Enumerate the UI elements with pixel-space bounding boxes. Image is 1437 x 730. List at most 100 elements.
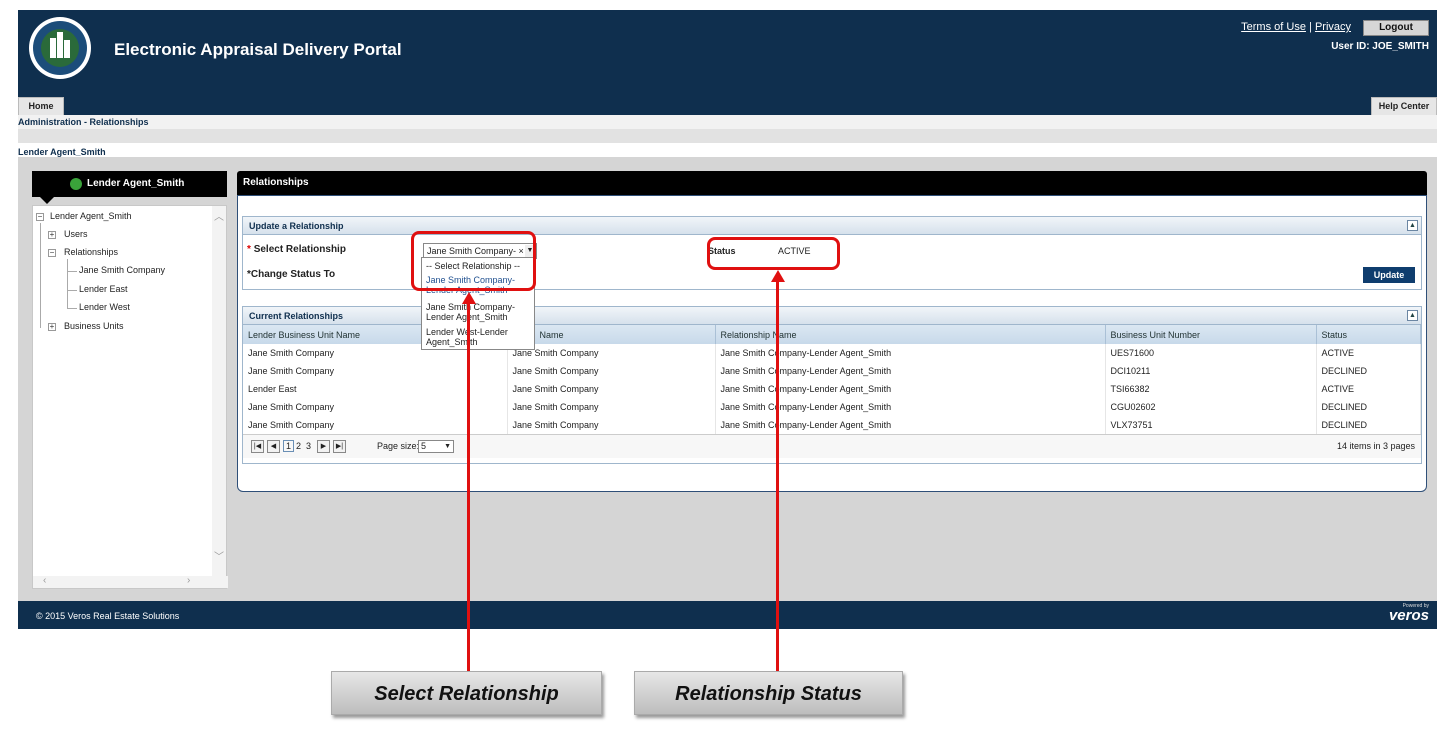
items-count: 14 items in 3 pages — [1336, 441, 1415, 451]
breadcrumb-bar: Administration - Relationships — [18, 115, 1437, 129]
table-cell: Jane Smith Company-Lender Agent_Smith — [715, 398, 1106, 416]
tree-node-lender-west[interactable]: Lender West — [79, 302, 130, 312]
expand-business-units-icon[interactable]: + — [48, 323, 56, 331]
current-section-title: Current Relationships — [249, 311, 344, 321]
prev-page-icon[interactable]: ◀ — [267, 440, 280, 453]
privacy-link[interactable]: Privacy — [1315, 21, 1351, 33]
collapse-root-icon[interactable]: − — [36, 213, 44, 221]
terms-of-use-link[interactable]: Terms of Use — [1241, 21, 1306, 33]
relationships-table: Lender Business Unit Name Name Relations… — [243, 325, 1421, 434]
table-cell: CGU02602 — [1105, 398, 1317, 416]
divider-bar — [18, 129, 1437, 143]
tree-node-root[interactable]: Lender Agent_Smith — [50, 211, 132, 221]
horizontal-scrollbar[interactable]: ‹ › — [33, 575, 228, 588]
column-header[interactable]: Name — [507, 325, 716, 344]
collapse-current-icon[interactable]: ▲ — [1407, 310, 1418, 321]
select-highlight-box — [411, 231, 536, 291]
vertical-scrollbar[interactable]: ︿ ﹀ — [212, 206, 226, 576]
table-cell: Jane Smith Company-Lender Agent_Smith — [715, 380, 1106, 398]
link-separator: | — [1309, 21, 1312, 33]
logout-button[interactable]: Logout — [1363, 20, 1429, 36]
current-section-bar: Current Relationships ▲ — [243, 307, 1421, 325]
app-title: Electronic Appraisal Delivery Portal — [114, 40, 402, 59]
last-page-icon[interactable]: ▶| — [333, 440, 346, 453]
table-header-row: Lender Business Unit Name Name Relations… — [243, 325, 1421, 344]
table-cell: TSI66382 — [1105, 380, 1317, 398]
first-page-icon[interactable]: |◀ — [251, 440, 264, 453]
refresh-icon[interactable] — [70, 178, 82, 190]
column-header[interactable]: Status — [1316, 325, 1421, 344]
table-cell: UES71600 — [1105, 344, 1317, 362]
pager: |◀ ◀ 1 2 3 ▶ ▶| Page size: 5 ▼ 14 items … — [243, 434, 1421, 458]
table-cell: Jane Smith Company — [507, 380, 716, 398]
relationships-header: Relationships — [237, 171, 1427, 195]
table-cell: DCI10211 — [1105, 362, 1317, 380]
page: Electronic Appraisal Delivery Portal Ter… — [0, 0, 1437, 730]
table-row[interactable]: Jane Smith Company Jane Smith Company Ja… — [243, 344, 1421, 362]
scroll-left-icon[interactable]: ‹ — [43, 575, 46, 586]
status-pointer-line — [776, 280, 779, 671]
tree-connector — [67, 259, 68, 309]
nav-bar: Home Help Center — [18, 88, 1437, 115]
table-cell: Jane Smith Company — [507, 416, 716, 434]
select-pointer-line — [467, 302, 470, 671]
table-row[interactable]: Jane Smith Company Jane Smith Company Ja… — [243, 398, 1421, 416]
lender-heading: Lender Agent_Smith — [18, 147, 106, 157]
scroll-right-icon[interactable]: › — [187, 575, 190, 586]
site-footer: © 2015 Veros Real Estate Solutions Power… — [18, 601, 1437, 629]
next-page-icon[interactable]: ▶ — [317, 440, 330, 453]
table-cell: DECLINED — [1316, 398, 1421, 416]
select-arrowhead — [462, 292, 476, 304]
table-cell: Jane Smith Company — [507, 398, 716, 416]
select-relationship-text: Select Relationship — [253, 244, 346, 255]
copyright: © 2015 Veros Real Estate Solutions — [36, 611, 180, 621]
table-cell: DECLINED — [1316, 362, 1421, 380]
table-cell: VLX73751 — [1105, 416, 1317, 434]
column-header[interactable]: Business Unit Number — [1105, 325, 1317, 344]
tab-home[interactable]: Home — [18, 97, 64, 115]
update-section-title: Update a Relationship — [249, 221, 344, 231]
required-mark: * — [247, 244, 251, 255]
content-area: Lender Agent_Smith − Lender Agent_Smith … — [18, 157, 1437, 601]
help-center-tab[interactable]: Help Center — [1371, 97, 1437, 115]
page-1-link[interactable]: 1 — [283, 440, 295, 452]
scroll-up-icon[interactable]: ︿ — [214, 208, 224, 223]
tree-connector — [67, 271, 77, 272]
relationship-status-callout: Relationship Status — [634, 671, 903, 715]
table-cell: Jane Smith Company — [507, 362, 716, 380]
user-id-label: User ID: JOE_SMITH — [1331, 41, 1429, 52]
status-arrowhead — [771, 270, 785, 282]
tree-node-jane-smith-company[interactable]: Jane Smith Company — [79, 265, 165, 275]
header-notch — [40, 197, 54, 204]
table-row[interactable]: Jane Smith Company Jane Smith Company Ja… — [243, 416, 1421, 434]
collapse-update-icon[interactable]: ▲ — [1407, 220, 1418, 231]
tree-node-relationships[interactable]: Relationships — [64, 247, 118, 257]
page-3-link[interactable]: 3 — [306, 441, 311, 451]
left-panel-title: Lender Agent_Smith — [87, 178, 185, 189]
page-2-link[interactable]: 2 — [296, 441, 301, 451]
dropdown-option[interactable]: Jane Smith Company-Lender Agent_Smith — [426, 302, 532, 322]
select-relationship-callout: Select Relationship — [331, 671, 602, 715]
update-button[interactable]: Update — [1363, 267, 1415, 283]
navigation-tree: − Lender Agent_Smith + Users − Relations… — [32, 205, 228, 589]
site-header: Electronic Appraisal Delivery Portal Ter… — [18, 10, 1437, 88]
chevron-down-icon[interactable]: ▼ — [444, 441, 451, 452]
table-row[interactable]: Lender East Jane Smith Company Jane Smit… — [243, 380, 1421, 398]
dropdown-option[interactable]: Lender West-Lender Agent_Smith — [426, 327, 532, 347]
scroll-down-icon[interactable]: ﹀ — [214, 548, 224, 563]
column-header[interactable]: Relationship Name — [715, 325, 1106, 344]
tree-node-lender-east[interactable]: Lender East — [79, 284, 128, 294]
tree-node-business-units[interactable]: Business Units — [64, 321, 124, 331]
breadcrumb: Administration - Relationships — [18, 117, 149, 127]
collapse-relationships-icon[interactable]: − — [48, 249, 56, 257]
expand-users-icon[interactable]: + — [48, 231, 56, 239]
table-cell: ACTIVE — [1316, 380, 1421, 398]
tree-node-users[interactable]: Users — [64, 229, 88, 239]
table-row[interactable]: Jane Smith Company Jane Smith Company Ja… — [243, 362, 1421, 380]
page-size-select[interactable]: 5 ▼ — [418, 440, 454, 453]
table-cell: ACTIVE — [1316, 344, 1421, 362]
tree-connector — [67, 290, 77, 291]
select-relationship-label: * Select Relationship — [247, 244, 346, 255]
left-panel-header: Lender Agent_Smith — [32, 171, 227, 204]
change-status-label: *Change Status To — [247, 269, 336, 280]
